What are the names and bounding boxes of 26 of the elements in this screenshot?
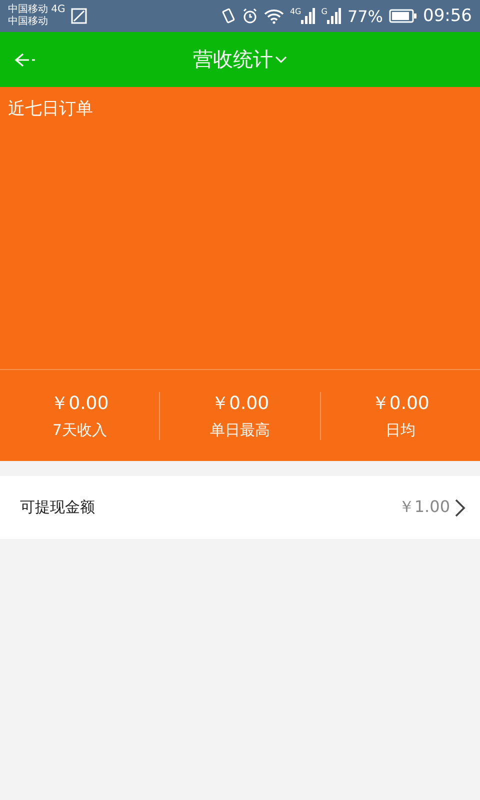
- image-icon: [71, 8, 88, 24]
- signal-icon: [301, 8, 316, 24]
- row-label: 可提现金额: [20, 498, 96, 517]
- stat-value: ￥0.00: [210, 392, 270, 415]
- network-label: 4G: [290, 8, 302, 16]
- wifi-icon: [264, 8, 284, 24]
- chevron-down-icon: [275, 56, 287, 64]
- back-arrow-icon: [14, 52, 38, 68]
- clock: 09:56: [423, 6, 472, 26]
- battery-percent: 77%: [347, 6, 383, 26]
- amount-text: ￥1.00: [398, 497, 450, 518]
- network-label: G: [321, 8, 328, 16]
- signal-icon: [327, 8, 342, 24]
- stat-value: ￥0.00: [371, 392, 430, 415]
- vibrate-icon: [220, 8, 236, 24]
- battery-icon: [389, 9, 417, 23]
- stat-label: 7天收入: [52, 421, 107, 440]
- alarm-icon: [242, 8, 258, 24]
- stat-value: ￥0.00: [50, 392, 109, 415]
- carrier-label: 中国移动 4G: [8, 4, 66, 16]
- carrier-label: 中国移动: [8, 16, 49, 28]
- stat-label: 单日最高: [210, 421, 270, 440]
- stat-label: 日均: [385, 421, 416, 440]
- chart-title: 近七日订单: [8, 99, 93, 119]
- withdraw-row[interactable]: 可提现金额 ￥1.00: [0, 476, 480, 539]
- chevron-right-icon: [454, 498, 466, 518]
